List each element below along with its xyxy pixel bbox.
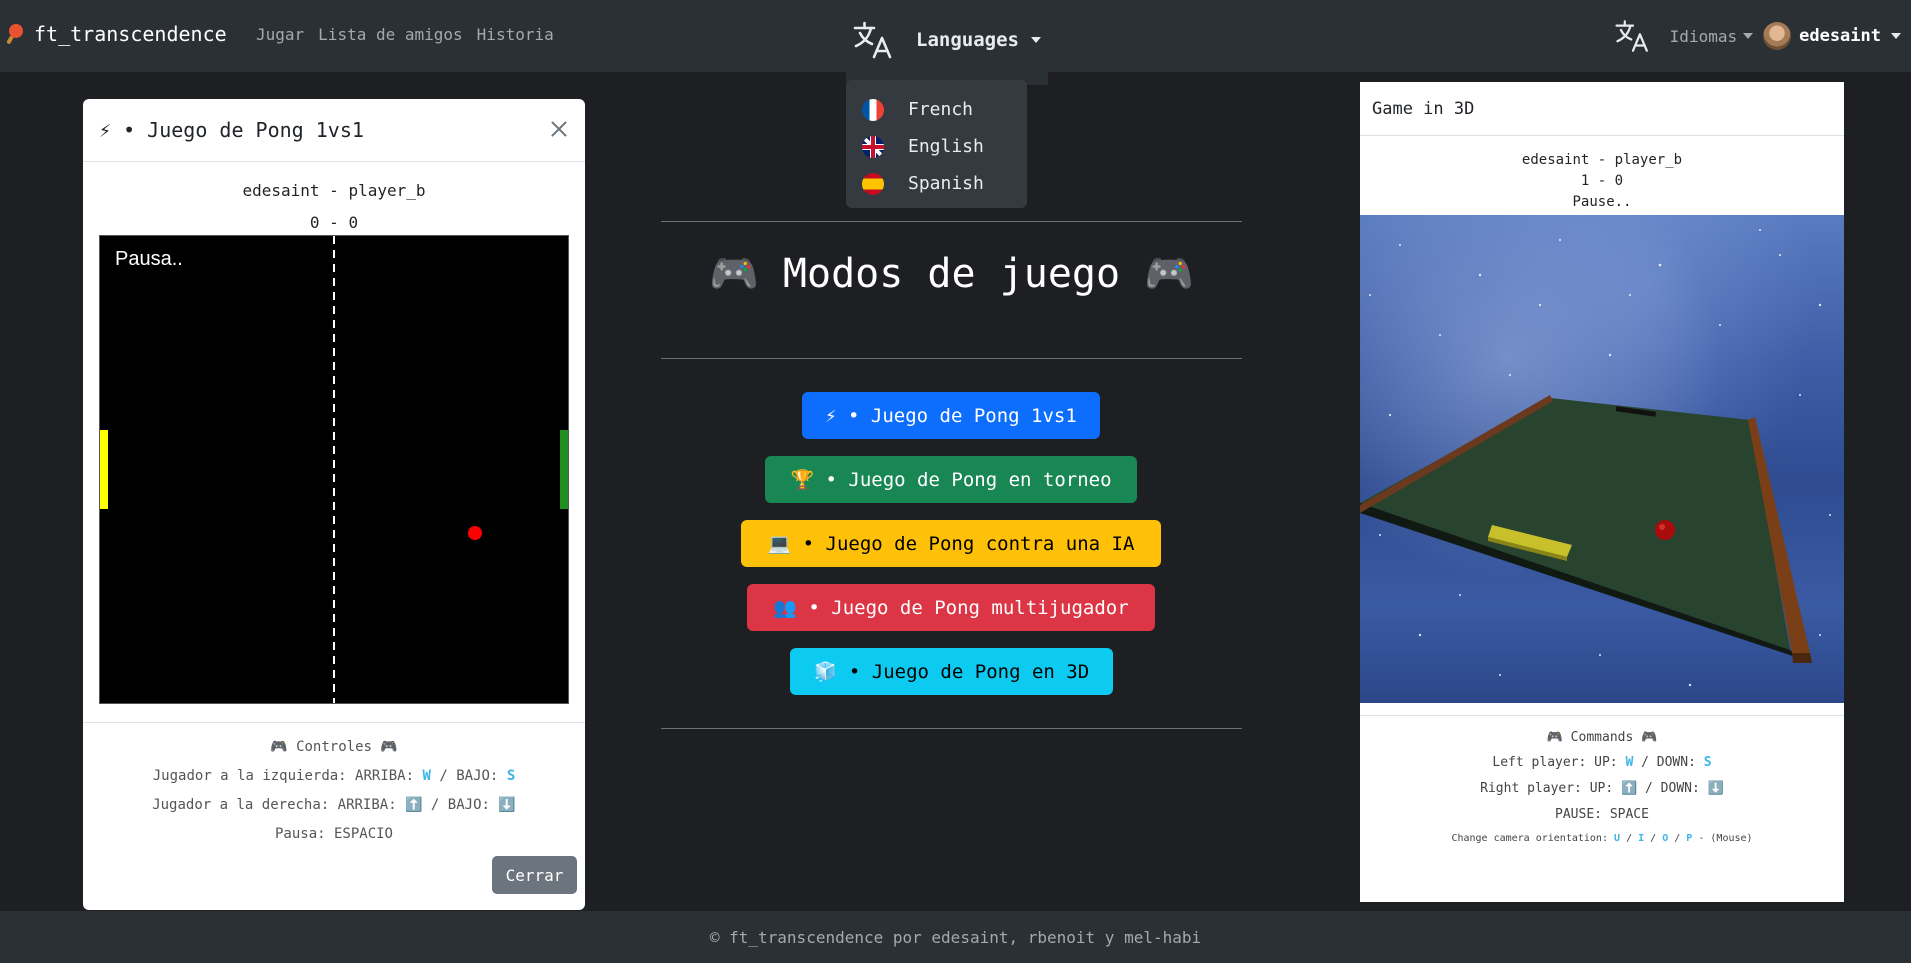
modal-title: ⚡ • Juego de Pong 1vs1 [99, 118, 364, 142]
language-option-english[interactable]: English [846, 128, 1027, 165]
controls-left-player: Jugador a la izquierda: ARRIBA: W / BAJO… [83, 768, 585, 784]
flag-spain-icon [862, 172, 884, 195]
close-button[interactable]: Cerrar [492, 856, 577, 894]
commands-left-player: Left player: UP: W / DOWN: S [1360, 755, 1844, 770]
mode-ai-button[interactable]: 💻 • Juego de Pong contra una IA [741, 520, 1161, 567]
center-line [333, 236, 335, 703]
left-paddle [100, 430, 108, 509]
right-paddle [560, 430, 568, 509]
divider [661, 358, 1242, 359]
key-i: I [1638, 833, 1645, 844]
game-3d-panel: Game in 3D edesaint - player_b 1 - 0 Pau… [1360, 82, 1844, 902]
score: 1 - 0 [1580, 173, 1624, 189]
chevron-down-icon [1030, 37, 1041, 43]
nav-link-jugar[interactable]: Jugar [256, 25, 304, 44]
brand[interactable]: ft_transcendence [6, 22, 227, 46]
nav-link-friends[interactable]: Lista de amigos [318, 25, 463, 44]
key-s: S [506, 768, 516, 784]
divider [661, 221, 1242, 222]
footer: © ft_transcendence por edesaint, rbenoit… [0, 911, 1911, 963]
panel-header: Game in 3D [1360, 82, 1844, 136]
translate-icon [853, 21, 892, 59]
mode-3d-button[interactable]: 🧊 • Juego de Pong en 3D [790, 648, 1113, 695]
modal-header: ⚡ • Juego de Pong 1vs1 [83, 99, 585, 162]
idiomas-dropdown[interactable]: Idiomas [1670, 27, 1737, 46]
camera-suffix: - (Mouse) [1698, 833, 1753, 844]
controls-left-sep: / BAJO: [439, 768, 499, 784]
commands-left-sep: / DOWN: [1641, 755, 1696, 770]
mode-tournament-button[interactable]: 🏆 • Juego de Pong en torneo [765, 456, 1137, 503]
score: 0 - 0 [309, 213, 359, 232]
ball [468, 526, 482, 540]
game-canvas[interactable]: Pausa.. [99, 235, 569, 704]
ping-pong-paddle-icon [6, 24, 23, 44]
avatar[interactable] [1763, 22, 1792, 50]
commands-camera: Change camera orientation: U / I / O / P… [1451, 833, 1753, 844]
pause-text: Pausa.. [115, 248, 183, 270]
language-option-french[interactable]: French [846, 91, 1027, 128]
close-icon[interactable] [545, 115, 573, 143]
key-w: W [422, 768, 431, 784]
nav-links: Jugar Lista de amigos Historia [256, 25, 554, 44]
language-dropdown-toggle[interactable]: Languages [852, 20, 1041, 60]
user-menu[interactable]: edesaint [1799, 26, 1881, 46]
panel-title: Game in 3D [1372, 98, 1475, 119]
language-option-label: Spanish [908, 173, 984, 194]
key-s: S [1703, 755, 1712, 770]
key-p: P [1686, 833, 1693, 844]
language-option-label: English [908, 136, 984, 157]
mode-1vs1-button[interactable]: ⚡ • Juego de Pong 1vs1 [802, 392, 1100, 439]
flag-uk-icon [862, 135, 884, 158]
key-u: U [1614, 833, 1621, 844]
game-3d-scene [1360, 229, 1831, 687]
footer-text: © ft_transcendence por edesaint, rbenoit… [709, 927, 1202, 947]
players-names: edesaint - player_b [242, 181, 426, 200]
commands-pause: PAUSE: SPACE [1555, 807, 1649, 822]
status-text: Pause.. [1572, 194, 1632, 210]
key-o: O [1662, 833, 1669, 844]
camera-prefix: Change camera orientation: [1451, 833, 1608, 844]
controls-right-player: Jugador a la derecha: ARRIBA: ⬆️ / BAJO:… [152, 797, 516, 813]
commands-left-prefix: Left player: UP: [1492, 755, 1618, 770]
controls-left-prefix: Jugador a la izquierda: ARRIBA: [152, 768, 415, 784]
language-option-label: French [908, 99, 974, 120]
translate-icon[interactable] [1614, 18, 1652, 54]
language-option-spanish[interactable]: Spanish [846, 165, 1027, 202]
nav-link-history[interactable]: Historia [477, 25, 554, 44]
controls-title: 🎮 Controles 🎮 [270, 739, 398, 755]
modal-divider [83, 722, 585, 723]
commands-right-player: Right player: UP: ⬆️ / DOWN: ⬇️ [1480, 781, 1724, 796]
controls-pause: Pausa: ESPACIO [274, 826, 393, 842]
flag-france-icon [862, 98, 884, 121]
right-nav: Idiomas edesaint [1614, 18, 1901, 54]
brand-title: ft_transcendence [34, 22, 227, 46]
game-3d-canvas[interactable] [1360, 215, 1844, 703]
commands-title: 🎮 Commands 🎮 [1546, 730, 1658, 745]
page-title: 🎮 Modos de juego 🎮 [709, 251, 1194, 297]
language-dropdown-menu: French English Spanish [846, 80, 1027, 208]
chevron-down-icon[interactable] [1891, 33, 1901, 39]
panel-divider [1360, 715, 1844, 716]
key-w: W [1625, 755, 1634, 770]
language-label: Languages [916, 29, 1019, 51]
mode-multiplayer-button[interactable]: 👥 • Juego de Pong multijugador [747, 584, 1155, 631]
pong-1vs1-modal: ⚡ • Juego de Pong 1vs1 edesaint - player… [83, 99, 585, 910]
players-names: edesaint - player_b [1521, 152, 1683, 168]
chevron-down-icon[interactable] [1743, 33, 1754, 39]
divider [661, 728, 1242, 729]
navbar: ft_transcendence Jugar Lista de amigos H… [0, 0, 1911, 72]
